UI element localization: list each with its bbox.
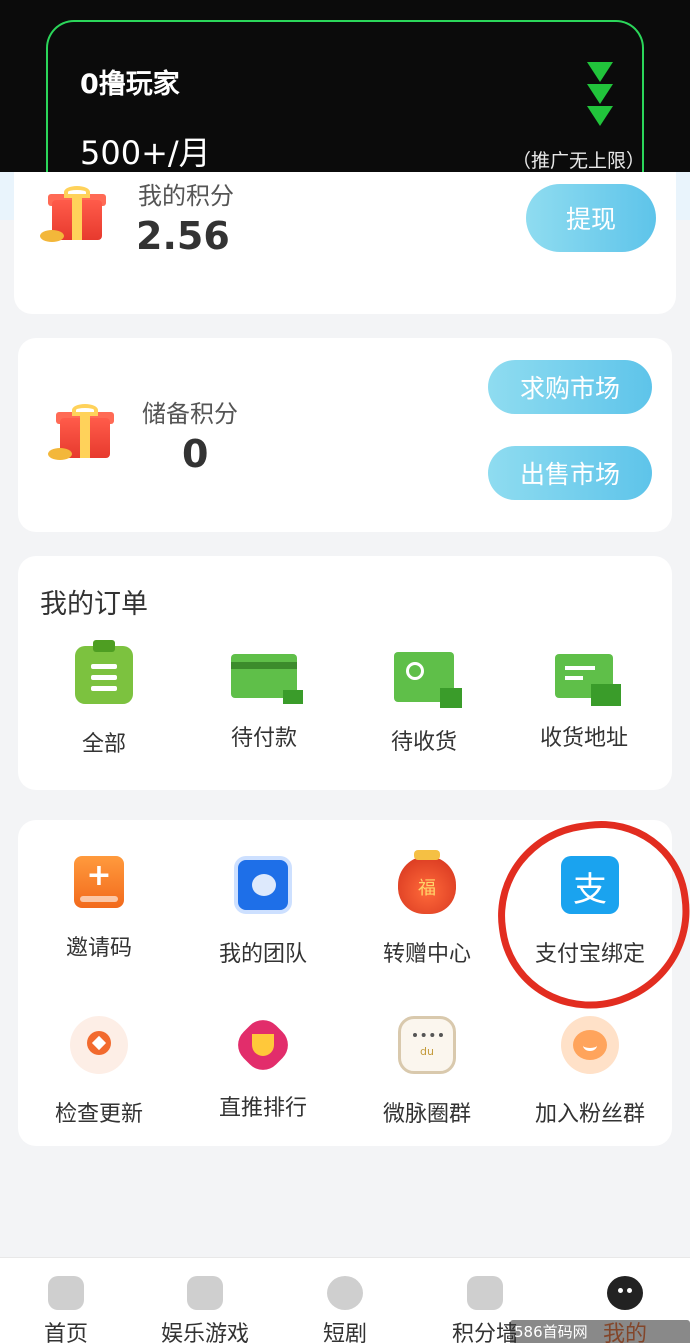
order-all-label: 全部 bbox=[81, 732, 126, 757]
team-icon bbox=[234, 856, 292, 914]
orders-card: 我的订单 全部 待付款 待收货 收货地址 bbox=[18, 556, 672, 790]
promo-title: 0撸玩家 bbox=[80, 69, 180, 100]
tool-circle-group[interactable]: 微脉圈群 bbox=[352, 1016, 502, 1128]
watermark: 586首码网 www.h586.com bbox=[510, 1320, 690, 1343]
nav-drama[interactable]: 短剧 bbox=[285, 1276, 405, 1343]
nav-drama-label: 短剧 bbox=[322, 1322, 367, 1343]
tool-transfer-center[interactable]: 转赠中心 bbox=[352, 850, 502, 968]
tool-invite-code-label: 邀请码 bbox=[65, 936, 132, 961]
tool-referral-ranking[interactable]: 直推排行 bbox=[188, 1012, 338, 1122]
nav-games-label: 娱乐游戏 bbox=[160, 1322, 249, 1343]
trophy-icon bbox=[230, 1012, 296, 1078]
points-value: 2.56 bbox=[136, 214, 230, 258]
nav-home[interactable]: 首页 bbox=[6, 1276, 126, 1343]
profile-icon bbox=[607, 1276, 643, 1310]
nav-home-label: 首页 bbox=[43, 1322, 88, 1343]
sell-market-button[interactable]: 出售市场 bbox=[488, 446, 652, 500]
tool-fans-group-label: 加入粉丝群 bbox=[534, 1102, 645, 1127]
drama-icon bbox=[327, 1276, 363, 1310]
tool-my-team[interactable]: 我的团队 bbox=[188, 856, 338, 968]
nav-games[interactable]: 娱乐游戏 bbox=[145, 1276, 265, 1343]
gift-icon bbox=[48, 404, 114, 460]
card-icon bbox=[231, 654, 303, 704]
promo-note: （推广无上限） bbox=[512, 150, 646, 172]
order-all[interactable]: 全部 bbox=[29, 640, 179, 758]
order-pending-payment-label: 待付款 bbox=[230, 726, 297, 751]
order-address[interactable]: 收货地址 bbox=[509, 646, 659, 752]
address-icon bbox=[555, 654, 621, 706]
order-pending-receipt-label: 待收货 bbox=[390, 730, 457, 755]
buy-market-button[interactable]: 求购市场 bbox=[488, 360, 652, 414]
home-icon bbox=[48, 1276, 84, 1310]
order-address-label: 收货地址 bbox=[539, 726, 628, 751]
order-pending-receipt[interactable]: 待收货 bbox=[349, 646, 499, 756]
tool-check-update[interactable]: 检查更新 bbox=[24, 1016, 174, 1128]
update-icon bbox=[70, 1016, 128, 1074]
points-wall-icon bbox=[467, 1276, 503, 1310]
tool-invite-code[interactable]: 邀请码 bbox=[24, 856, 174, 962]
fans-group-icon bbox=[561, 1016, 619, 1074]
invite-icon bbox=[74, 856, 124, 908]
reserve-label: 储备积分 bbox=[142, 400, 238, 428]
withdraw-button[interactable]: 提现 bbox=[526, 184, 656, 252]
reserve-value: 0 bbox=[182, 432, 209, 476]
circle-group-icon bbox=[398, 1016, 456, 1074]
tool-transfer-center-label: 转赠中心 bbox=[382, 942, 471, 967]
reserve-card: 储备积分 0 求购市场 出售市场 bbox=[18, 338, 672, 532]
game-icon bbox=[187, 1276, 223, 1310]
down-arrows-icon bbox=[587, 62, 615, 128]
gift-icon bbox=[40, 186, 106, 242]
tool-circle-group-label: 微脉圈群 bbox=[382, 1102, 471, 1127]
orders-title: 我的订单 bbox=[40, 589, 148, 620]
order-pending-payment[interactable]: 待付款 bbox=[189, 646, 339, 752]
clipboard-icon bbox=[75, 640, 133, 704]
promo-amount: 500+/月 bbox=[80, 134, 211, 172]
tool-referral-ranking-label: 直推排行 bbox=[218, 1096, 307, 1121]
package-icon bbox=[394, 652, 462, 708]
tool-check-update-label: 检查更新 bbox=[54, 1102, 143, 1127]
tool-fans-group[interactable]: 加入粉丝群 bbox=[515, 1016, 665, 1128]
lucky-bag-icon bbox=[398, 850, 456, 914]
points-label: 我的积分 bbox=[138, 182, 234, 210]
tool-my-team-label: 我的团队 bbox=[218, 942, 307, 967]
points-card: 我的积分 2.56 提现 bbox=[14, 172, 676, 314]
